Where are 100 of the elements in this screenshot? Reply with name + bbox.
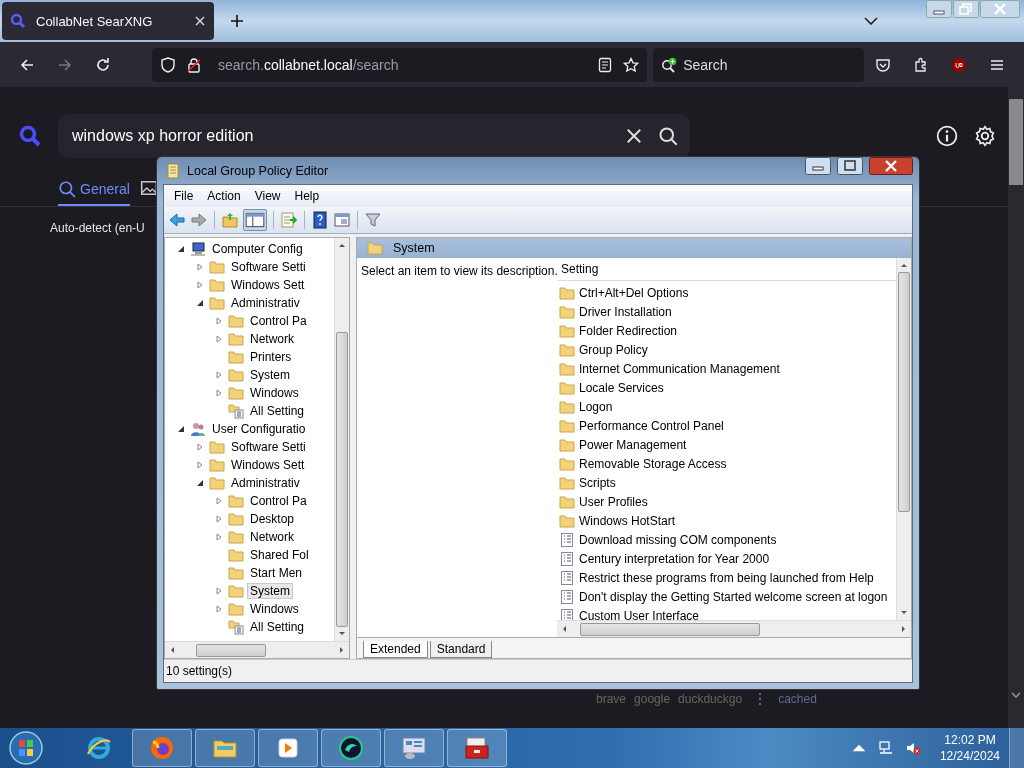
setting-item[interactable]: Restrict these programs from being launched from Help <box>579 570 874 585</box>
tree-item[interactable]: System <box>247 367 293 383</box>
scroll-up-icon[interactable] <box>900 261 908 269</box>
expanded-arrow-icon[interactable] <box>177 425 185 433</box>
setting-item[interactable]: Century interpretation for Year 2000 <box>579 551 770 566</box>
expanded-arrow-icon[interactable] <box>196 479 204 487</box>
menu-item[interactable]: Help <box>288 187 326 205</box>
clock-time[interactable]: 12:02 PM <box>944 732 996 748</box>
collapsed-arrow-icon[interactable] <box>196 461 204 469</box>
setting-item[interactable]: User Profiles <box>579 494 648 509</box>
collapsed-arrow-icon[interactable] <box>215 587 223 595</box>
setting-item[interactable]: Download missing COM components <box>579 532 777 547</box>
address-bar[interactable]: search.collabnet.local/search <box>152 47 648 82</box>
folder-up-icon[interactable] <box>221 211 239 229</box>
puzzle-icon[interactable] <box>913 56 929 73</box>
tree-pane-icon[interactable] <box>243 209 267 231</box>
setting-item[interactable]: Don't display the Getting Started welcome screen at logon <box>579 589 888 604</box>
scrollbar-thumb[interactable] <box>1009 99 1023 185</box>
category-tab[interactable]: General <box>58 180 130 206</box>
tree-item[interactable]: System <box>247 583 293 599</box>
scrollbar[interactable] <box>334 238 349 641</box>
new-tab-icon[interactable] <box>230 14 244 28</box>
scrollbar-thumb[interactable] <box>336 332 348 627</box>
image-icon[interactable] <box>139 179 158 197</box>
clear-icon[interactable] <box>624 126 644 146</box>
tree-item[interactable]: Computer Config <box>209 241 306 257</box>
setting-item[interactable]: Power Management <box>579 437 687 452</box>
taskbar-app[interactable] <box>258 729 318 767</box>
restore-icon[interactable] <box>953 0 979 18</box>
tree-item[interactable]: All Setting <box>247 619 308 635</box>
pocket-icon[interactable] <box>875 56 891 73</box>
scroll-right-icon[interactable] <box>900 625 908 633</box>
collapsed-arrow-icon[interactable] <box>215 605 223 613</box>
scrollbar[interactable] <box>165 641 349 658</box>
shield-badge-icon[interactable] <box>951 56 967 73</box>
tree-item[interactable]: Start Men <box>247 565 306 581</box>
tree-item[interactable]: Desktop <box>247 511 298 527</box>
web-search-field[interactable]: Search <box>653 47 864 82</box>
tree-item[interactable]: User Configuratio <box>209 421 309 437</box>
collapsed-arrow-icon[interactable] <box>215 533 223 541</box>
clock-date[interactable]: 12/24/2024 <box>939 748 1000 764</box>
tree-item[interactable]: Administrativ <box>228 475 303 491</box>
scroll-down-icon[interactable] <box>900 609 908 617</box>
scrollbar-thumb[interactable] <box>898 272 910 512</box>
setting-item[interactable]: Removable Storage Access <box>579 456 727 471</box>
tree-item[interactable]: Shared Fol <box>247 547 312 563</box>
setting-item[interactable]: Locale Services <box>579 380 664 395</box>
collapsed-arrow-icon[interactable] <box>215 317 223 325</box>
star-icon[interactable] <box>623 56 640 73</box>
export-list-icon[interactable] <box>280 211 298 229</box>
collapsed-arrow-icon[interactable] <box>215 515 223 523</box>
tree-item[interactable]: All Setting <box>247 403 308 419</box>
help-icon[interactable] <box>311 211 329 229</box>
tree-item[interactable]: Network <box>247 331 297 347</box>
setting-item[interactable]: Internet Communication Management <box>579 361 780 376</box>
tree-item[interactable]: Control Pa <box>247 493 310 509</box>
tree-item[interactable]: Network <box>247 529 297 545</box>
filter-icon[interactable] <box>364 211 382 229</box>
menu-item[interactable]: View <box>248 187 287 205</box>
scrollbar-thumb[interactable] <box>196 643 266 657</box>
taskbar-app[interactable] <box>321 729 381 767</box>
setting-item[interactable]: Ctrl+Alt+Del Options <box>579 285 689 300</box>
scroll-down-icon[interactable] <box>1011 692 1021 698</box>
scrollbar[interactable] <box>557 620 911 637</box>
scrollbar[interactable] <box>1008 87 1024 728</box>
scrollbar[interactable] <box>896 258 911 620</box>
tree-item[interactable]: Windows Sett <box>228 277 308 293</box>
setting-item[interactable]: Driver Installation <box>579 304 672 319</box>
tree-item[interactable]: Control Pa <box>247 313 310 329</box>
collapsed-arrow-icon[interactable] <box>196 443 204 451</box>
search-logo-icon[interactable] <box>18 124 42 148</box>
chevron-down-icon[interactable] <box>864 17 878 25</box>
setting-item[interactable]: Performance Control Panel <box>579 418 724 433</box>
tree-item[interactable]: Windows Sett <box>228 457 308 473</box>
setting-item[interactable]: Logon <box>579 399 613 414</box>
expanded-arrow-icon[interactable] <box>196 299 204 307</box>
tree-item[interactable]: Windows <box>247 601 302 617</box>
info-icon[interactable] <box>936 125 958 147</box>
column-header[interactable]: Setting <box>557 258 896 281</box>
taskbar-app[interactable] <box>447 729 507 767</box>
tree-item[interactable]: Administrativ <box>228 295 303 311</box>
start-button[interactable] <box>8 730 44 766</box>
collapsed-arrow-icon[interactable] <box>215 371 223 379</box>
view-tab[interactable]: Standard <box>429 641 493 658</box>
collapsed-arrow-icon[interactable] <box>215 497 223 505</box>
back-arrow-icon[interactable] <box>168 211 186 229</box>
language-select[interactable]: Auto-detect (en-U <box>50 221 145 235</box>
maximize-icon[interactable] <box>837 157 863 175</box>
forward-icon[interactable] <box>57 56 73 73</box>
close-icon[interactable] <box>869 157 913 175</box>
minimize-icon[interactable] <box>805 157 831 175</box>
browser-tab[interactable]: CollabNet SearXNG <box>2 2 214 40</box>
menu-item[interactable]: Action <box>201 187 247 205</box>
scroll-down-icon[interactable] <box>338 630 346 638</box>
tree-item[interactable]: Printers <box>247 349 295 365</box>
back-icon[interactable] <box>19 56 35 73</box>
menu-item[interactable]: File <box>168 187 200 205</box>
collapsed-arrow-icon[interactable] <box>215 335 223 343</box>
tree-item[interactable]: Software Setti <box>228 439 309 455</box>
speaker-muted-icon[interactable] <box>904 740 921 756</box>
